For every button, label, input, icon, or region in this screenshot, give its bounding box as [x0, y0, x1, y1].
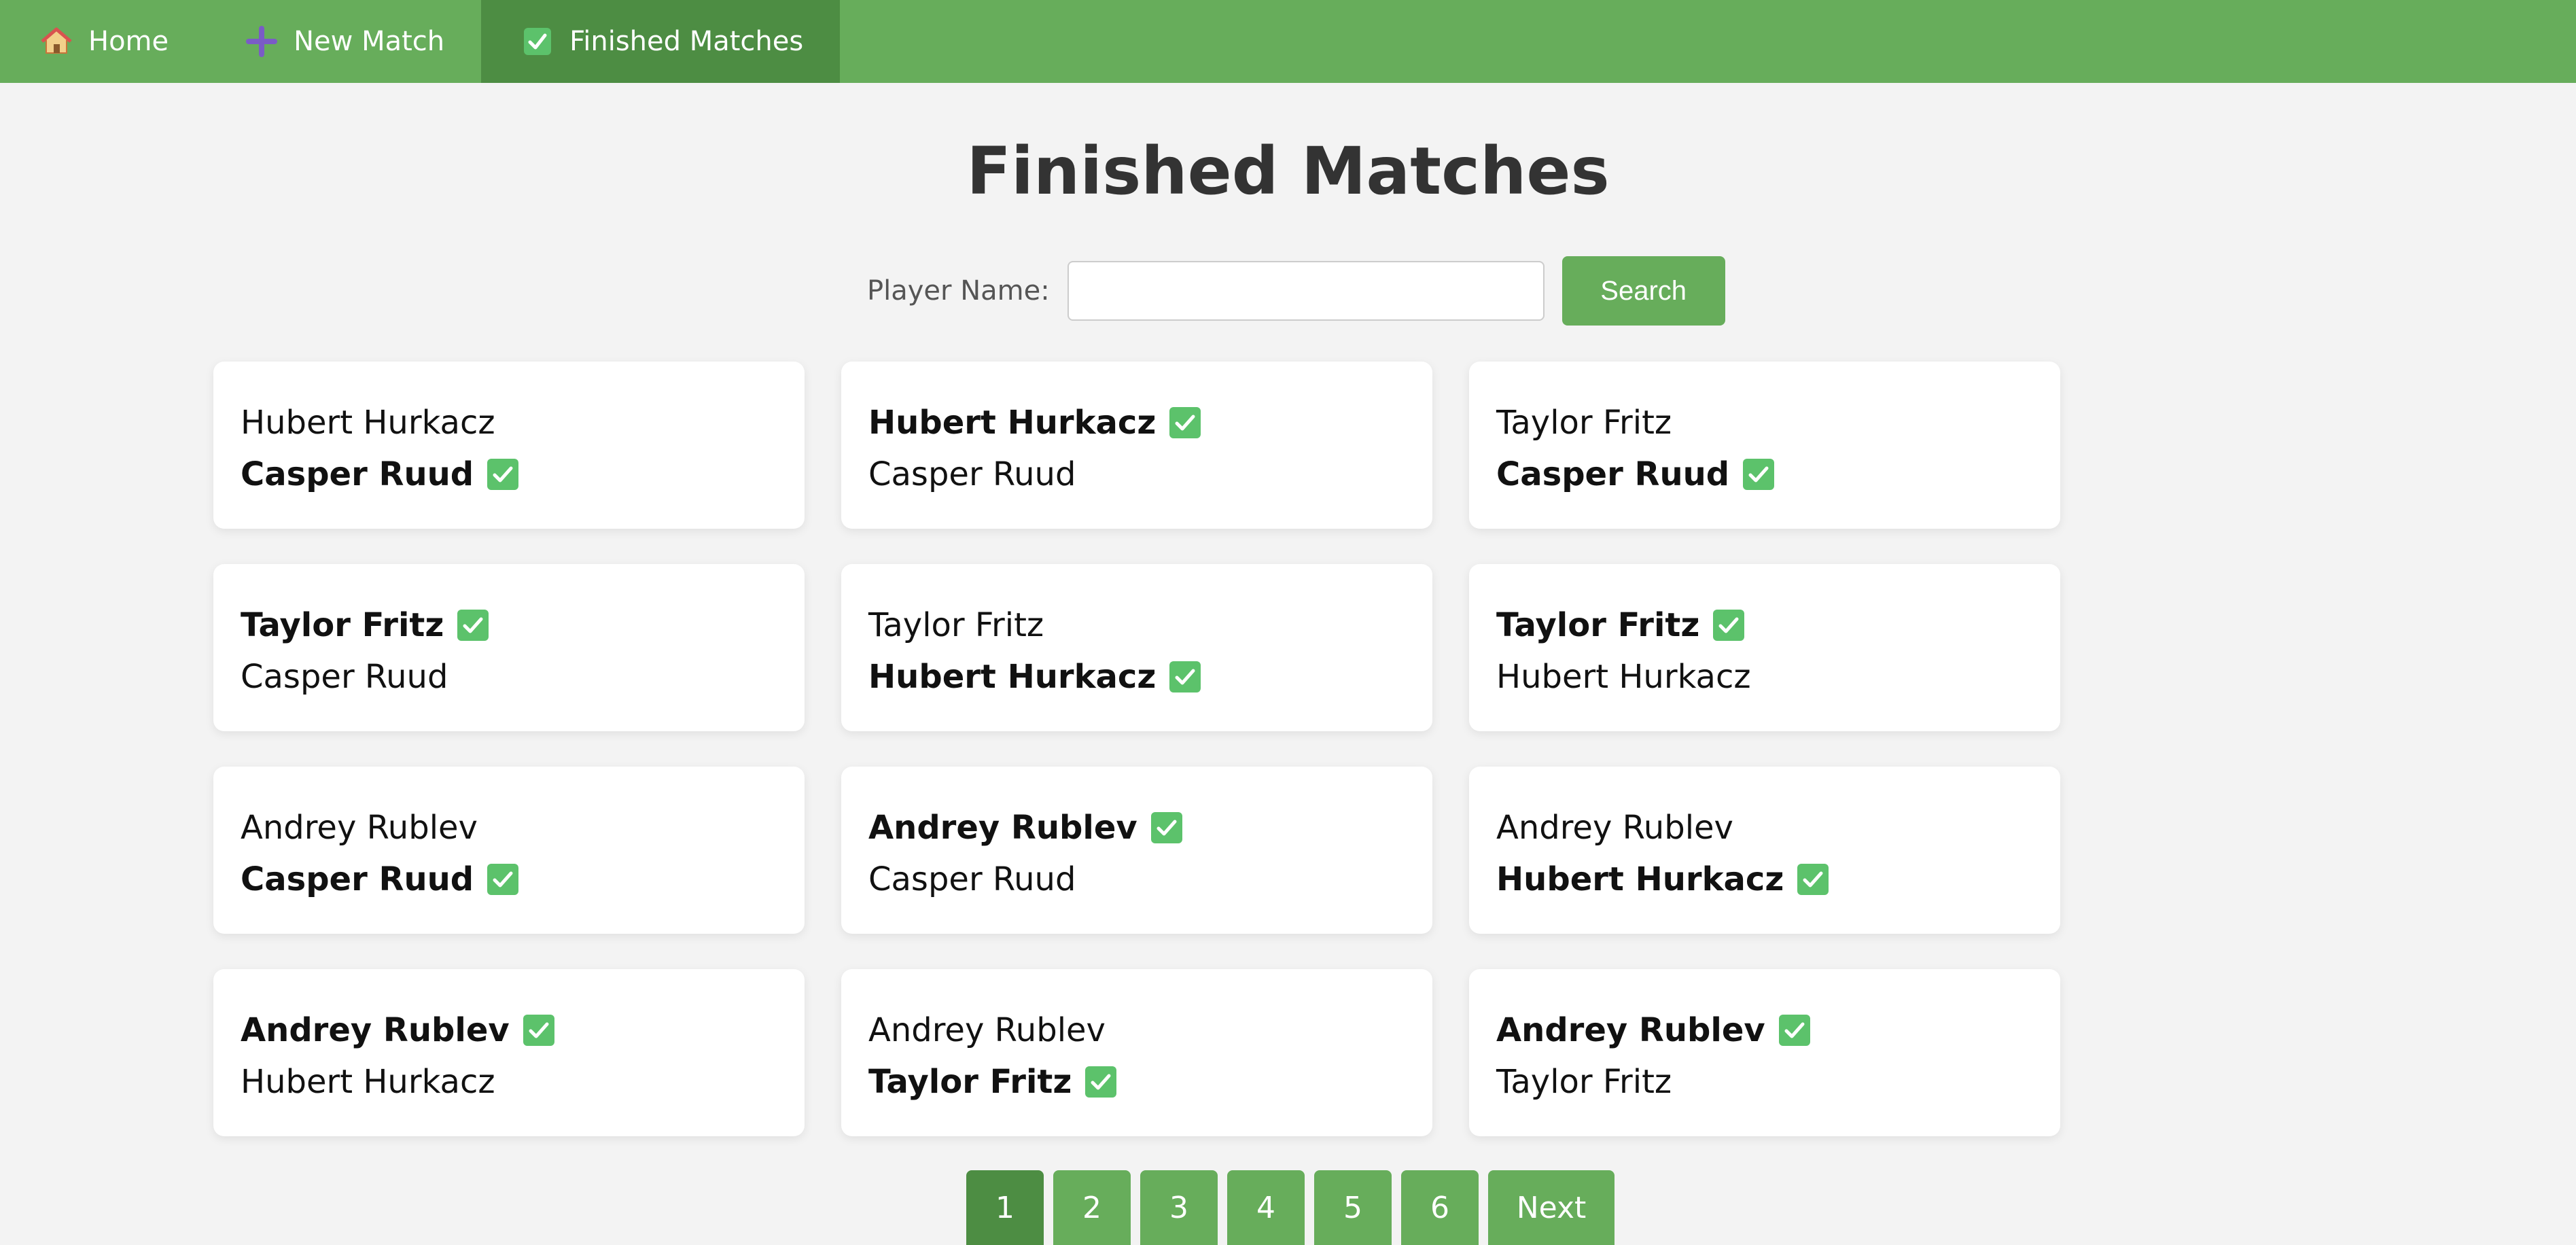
match-card: Andrey Rublev Hubert Hurkacz — [1469, 767, 2060, 934]
match-card: Hubert Hurkacz Casper Ruud — [213, 362, 805, 529]
nav-new-match[interactable]: New Match — [205, 0, 481, 83]
match-card: Taylor Fritz Casper Ruud — [213, 564, 805, 731]
match-winner: Hubert Hurkacz — [868, 397, 1405, 449]
player-name: Casper Ruud — [241, 455, 474, 493]
check-icon — [457, 610, 489, 641]
player-name: Andrey Rublev — [868, 809, 1137, 847]
match-winner: Casper Ruud — [241, 449, 777, 500]
check-icon — [487, 864, 519, 895]
player-name: Hubert Hurkacz — [1496, 860, 1784, 898]
page-button-6[interactable]: 6 — [1401, 1170, 1479, 1245]
player-name: Casper Ruud — [1496, 455, 1730, 493]
match-player: Casper Ruud — [868, 449, 1405, 500]
page-button-2[interactable]: 2 — [1053, 1170, 1131, 1245]
match-player: Taylor Fritz — [1496, 397, 2033, 449]
check-icon — [1778, 1015, 1810, 1046]
player-name: Taylor Fritz — [1496, 1063, 1672, 1101]
match-winner: Andrey Rublev — [868, 802, 1405, 854]
match-player: Casper Ruud — [868, 854, 1405, 905]
match-card: Andrey Rublev Casper Ruud — [213, 767, 805, 934]
match-winner: Casper Ruud — [1496, 449, 2033, 500]
match-player: Andrey Rublev — [868, 1004, 1405, 1056]
match-winner: Hubert Hurkacz — [868, 651, 1405, 703]
match-player: Andrey Rublev — [1496, 802, 2033, 854]
player-name: Andrey Rublev — [241, 1011, 510, 1049]
nav-home[interactable]: Home — [0, 0, 205, 83]
match-winner: Andrey Rublev — [241, 1004, 777, 1056]
check-icon — [1150, 812, 1182, 843]
check-icon — [1713, 610, 1745, 641]
check-icon — [522, 26, 553, 57]
match-player: Hubert Hurkacz — [241, 397, 777, 449]
search-button[interactable]: Search — [1562, 256, 1725, 326]
match-player: Hubert Hurkacz — [1496, 651, 2033, 703]
player-name: Casper Ruud — [241, 658, 448, 696]
page-title: Finished Matches — [966, 133, 1610, 209]
check-icon — [523, 1015, 554, 1046]
match-card: Andrey Rublev Taylor Fritz — [841, 969, 1432, 1136]
page-button-5[interactable]: 5 — [1314, 1170, 1392, 1245]
player-name: Casper Ruud — [868, 455, 1076, 493]
player-name: Casper Ruud — [241, 860, 474, 898]
nav-home-label: Home — [88, 26, 169, 57]
player-name: Hubert Hurkacz — [868, 404, 1157, 442]
page-button-1[interactable]: 1 — [966, 1170, 1044, 1245]
player-name: Taylor Fritz — [1496, 404, 1672, 442]
player-name: Andrey Rublev — [868, 1011, 1106, 1049]
player-name: Andrey Rublev — [1496, 1011, 1765, 1049]
match-card: Andrey Rublev Taylor Fritz — [1469, 969, 2060, 1136]
match-card: Andrey Rublev Casper Ruud — [841, 767, 1432, 934]
match-card: Hubert Hurkacz Casper Ruud — [841, 362, 1432, 529]
match-winner: Taylor Fritz — [241, 599, 777, 651]
search-bar: Player Name: Search — [867, 256, 1725, 326]
matches-grid: Hubert Hurkacz Casper Ruud Hubert Hurkacz C… — [213, 362, 2060, 1136]
nav-finished-matches-label: Finished Matches — [569, 26, 804, 57]
match-player: Hubert Hurkacz — [241, 1056, 777, 1108]
nav-new-match-label: New Match — [294, 26, 445, 57]
top-nav: Home New Match Finished Matches — [0, 0, 2576, 83]
match-winner: Hubert Hurkacz — [1496, 854, 2033, 905]
house-icon — [41, 26, 72, 57]
nav-finished-matches[interactable]: Finished Matches — [481, 0, 841, 83]
pagination: 1 2 3 4 5 6 Next — [966, 1170, 1615, 1245]
match-player: Casper Ruud — [241, 651, 777, 703]
player-name-label: Player Name: — [867, 275, 1050, 306]
player-name: Hubert Hurkacz — [868, 658, 1157, 696]
match-player: Andrey Rublev — [241, 802, 777, 854]
page-button-4[interactable]: 4 — [1227, 1170, 1305, 1245]
player-name: Andrey Rublev — [1496, 809, 1733, 847]
player-name: Hubert Hurkacz — [1496, 658, 1751, 696]
check-icon — [1797, 864, 1829, 895]
plus-icon — [246, 26, 278, 57]
match-winner: Casper Ruud — [241, 854, 777, 905]
check-icon — [1169, 661, 1201, 692]
player-name-input[interactable] — [1067, 261, 1545, 321]
match-card: Taylor Fritz Hubert Hurkacz — [1469, 564, 2060, 731]
match-winner: Taylor Fritz — [868, 1056, 1405, 1108]
player-name: Taylor Fritz — [1496, 606, 1700, 644]
page-button-3[interactable]: 3 — [1140, 1170, 1218, 1245]
match-player: Taylor Fritz — [1496, 1056, 2033, 1108]
player-name: Taylor Fritz — [868, 606, 1044, 644]
player-name: Taylor Fritz — [241, 606, 444, 644]
player-name: Andrey Rublev — [241, 809, 478, 847]
match-card: Taylor Fritz Casper Ruud — [1469, 362, 2060, 529]
next-page-button[interactable]: Next — [1488, 1170, 1615, 1245]
check-icon — [1169, 407, 1201, 438]
match-winner: Andrey Rublev — [1496, 1004, 2033, 1056]
match-player: Taylor Fritz — [868, 599, 1405, 651]
check-icon — [1743, 459, 1775, 490]
match-card: Andrey Rublev Hubert Hurkacz — [213, 969, 805, 1136]
check-icon — [1085, 1066, 1117, 1098]
match-card: Taylor Fritz Hubert Hurkacz — [841, 564, 1432, 731]
player-name: Hubert Hurkacz — [241, 404, 495, 442]
player-name: Hubert Hurkacz — [241, 1063, 495, 1101]
player-name: Casper Ruud — [868, 860, 1076, 898]
check-icon — [487, 459, 519, 490]
player-name: Taylor Fritz — [868, 1063, 1072, 1101]
match-winner: Taylor Fritz — [1496, 599, 2033, 651]
